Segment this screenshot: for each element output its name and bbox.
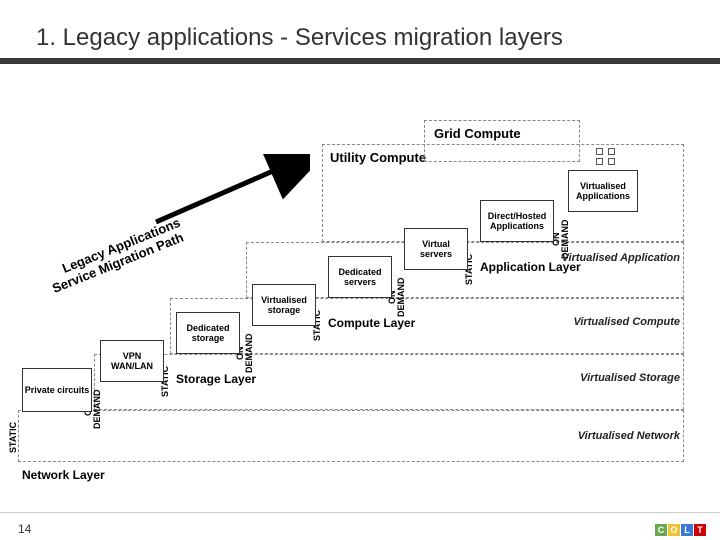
utility-compute-label: Utility Compute — [330, 150, 426, 165]
virtualised-apps-box: Virtualised Applications — [568, 170, 638, 212]
compute-layer-label: Compute Layer — [328, 316, 415, 330]
logo-letter-l: L — [681, 524, 693, 536]
slide-title: 1. Legacy applications - Services migrat… — [36, 24, 563, 52]
mini-box-2 — [608, 148, 615, 155]
title-underline — [0, 58, 720, 64]
logo-letter-c: C — [655, 524, 667, 536]
dedicated-servers-box: Dedicated servers — [328, 256, 392, 298]
storage-layer-label: Storage Layer — [176, 372, 256, 386]
virtualised-app-label: Virtualised Application — [520, 252, 680, 264]
dedicated-storage-box: Dedicated storage — [176, 312, 240, 354]
virtualised-compute-label: Virtualised Compute — [520, 316, 680, 328]
mini-box-3 — [596, 158, 603, 165]
title-bar: 1. Legacy applications - Services migrat… — [0, 16, 720, 60]
direct-hosted-apps-box: Direct/Hosted Applications — [480, 200, 554, 242]
network-layer-label: Network Layer — [22, 468, 105, 482]
logo: C O L T — [655, 524, 706, 536]
virtualised-network-label: Virtualised Network — [520, 430, 680, 442]
grid-box — [424, 120, 580, 162]
virtualised-storage-box: Virtualised storage — [252, 284, 316, 326]
logo-letter-o: O — [668, 524, 680, 536]
virtualised-storage-label: Virtualised Storage — [520, 372, 680, 384]
vpn-box: VPN WAN/LAN — [100, 340, 164, 382]
logo-letter-t: T — [694, 524, 706, 536]
virtual-servers-box: Virtual servers — [404, 228, 468, 270]
footer — [0, 512, 720, 534]
diagram-area: Utility Compute Grid Compute Private cir… — [0, 110, 720, 470]
private-circuits-box: Private circuits — [22, 368, 92, 412]
page-number: 14 — [18, 522, 31, 536]
mini-box-1 — [596, 148, 603, 155]
mini-box-4 — [608, 158, 615, 165]
slide: 1. Legacy applications - Services migrat… — [0, 0, 720, 540]
static-label-1: STATIC — [8, 414, 18, 460]
